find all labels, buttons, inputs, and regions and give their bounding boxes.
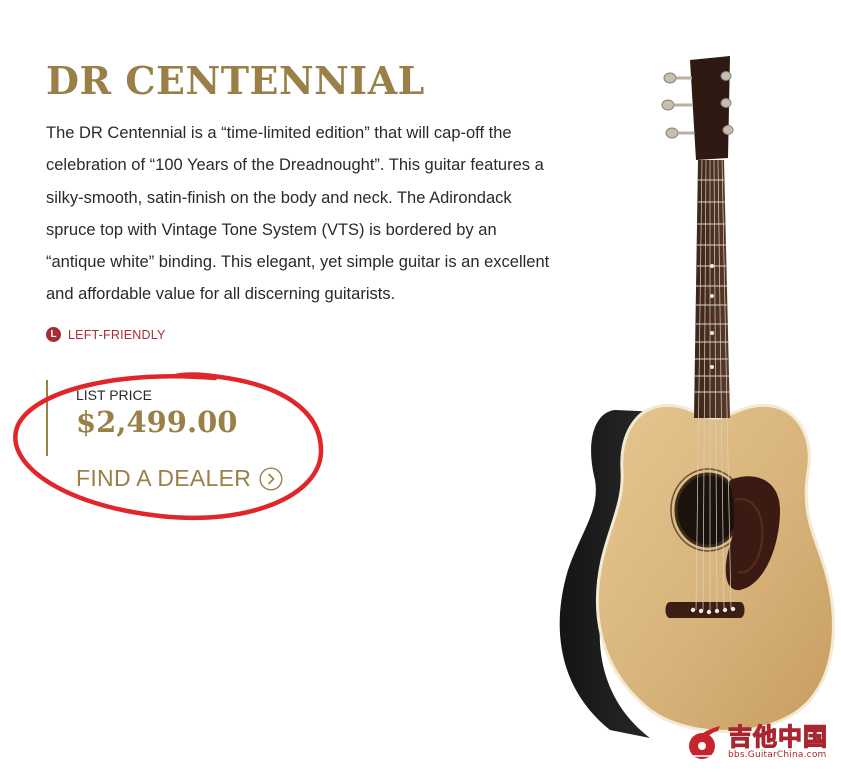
chevron-right-circle-icon	[259, 466, 283, 491]
guitarchina-watermark: 吉他中国 bbs.GuitarChina.com	[684, 722, 828, 762]
list-price-label: LIST PRICE	[76, 387, 152, 403]
product-title: DR CENTENNIAL	[46, 58, 425, 103]
product-description: The DR Centennial is a “time-limited edi…	[46, 124, 550, 304]
list-price-value: $2,499.00	[76, 405, 238, 439]
left-friendly-tag: L LEFT-FRIENDLY	[46, 327, 166, 342]
watermark-chinese-text: 吉他中国	[727, 723, 828, 751]
left-friendly-icon: L	[46, 327, 61, 342]
guitar-image	[559, 56, 835, 738]
find-a-dealer-link[interactable]: FIND A DEALER	[76, 465, 283, 492]
find-a-dealer-label: FIND A DEALER	[76, 465, 252, 491]
guitarchina-logo-icon	[689, 726, 720, 759]
watermark-url: bbs.GuitarChina.com	[728, 750, 827, 760]
price-divider	[46, 380, 48, 456]
left-friendly-label: LEFT-FRIENDLY	[68, 327, 166, 342]
